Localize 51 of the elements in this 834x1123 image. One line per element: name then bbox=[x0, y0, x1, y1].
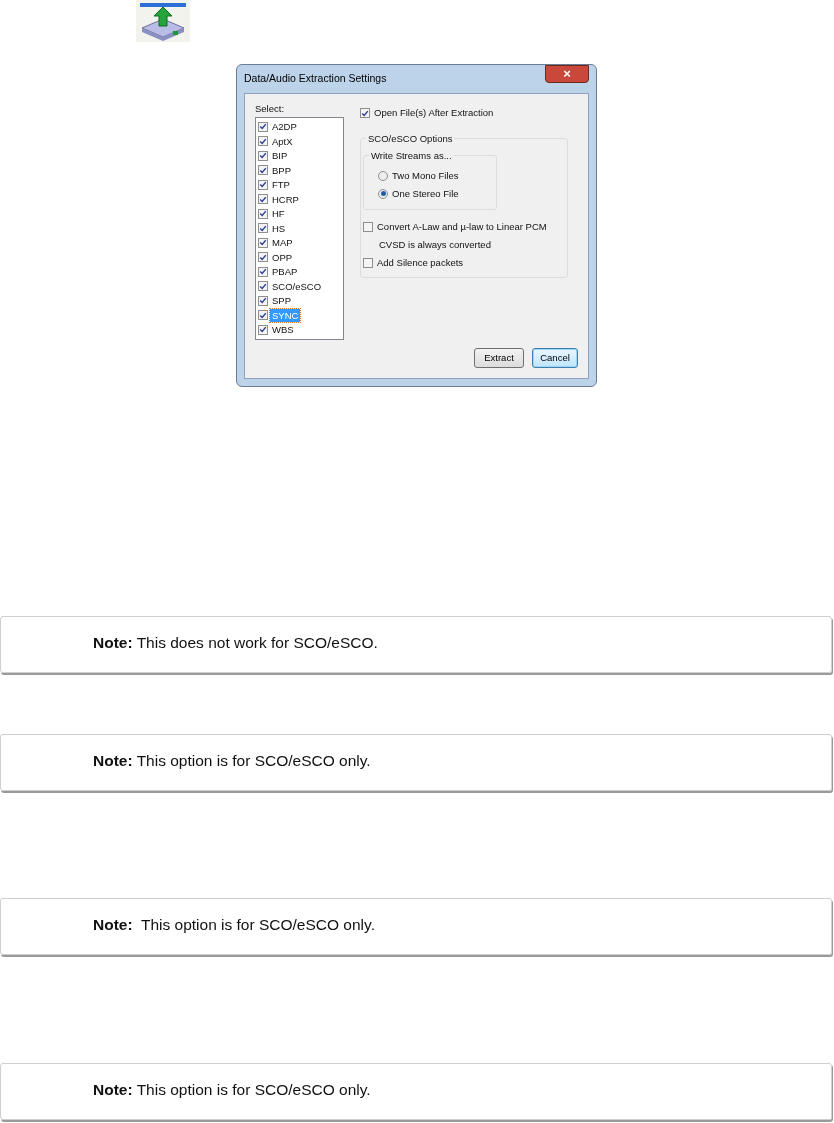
list-item[interactable]: BPP bbox=[270, 163, 293, 177]
note-text: Note: This option is for SCO/eSCO only. bbox=[93, 750, 371, 771]
checkbox[interactable] bbox=[258, 310, 268, 320]
radio-button[interactable] bbox=[378, 171, 388, 182]
list-item[interactable]: BIP bbox=[270, 149, 290, 162]
list-item[interactable]: A2DP bbox=[270, 120, 299, 133]
radio-label: One Stereo File bbox=[392, 186, 459, 201]
list-label: Select: bbox=[255, 102, 286, 116]
dialog-button[interactable]: Cancel bbox=[532, 348, 578, 368]
checkbox[interactable] bbox=[258, 281, 268, 291]
checkbox[interactable] bbox=[360, 108, 370, 119]
radio-button[interactable] bbox=[378, 188, 388, 199]
checkbox[interactable] bbox=[258, 208, 268, 219]
checkbox[interactable] bbox=[258, 237, 268, 248]
checkbox[interactable] bbox=[258, 121, 268, 132]
checkbox[interactable] bbox=[258, 194, 268, 204]
checkbox[interactable] bbox=[258, 136, 268, 146]
checkbox[interactable] bbox=[363, 221, 373, 232]
help-text: CVSD is always converted bbox=[379, 238, 492, 252]
checkbox[interactable] bbox=[258, 223, 268, 233]
close-button[interactable]: × bbox=[545, 65, 589, 83]
checkbox[interactable] bbox=[258, 266, 268, 277]
list-item[interactable]: FTP bbox=[270, 178, 292, 191]
checkbox[interactable] bbox=[258, 324, 268, 335]
list-item[interactable]: SCO/eSCO bbox=[270, 279, 324, 293]
list-item[interactable]: WBS bbox=[270, 323, 296, 336]
radio-label: Two Mono Files bbox=[392, 169, 459, 184]
list-item[interactable]: AptX bbox=[270, 134, 295, 148]
window-title: Data/Audio Extraction Settings bbox=[244, 71, 387, 87]
checkbox[interactable] bbox=[258, 252, 268, 262]
checkbox-label: Open File(s) After Extraction bbox=[374, 106, 494, 120]
list-item[interactable]: OPP bbox=[270, 250, 295, 264]
upload-drive-icon bbox=[136, 0, 190, 42]
checkbox[interactable] bbox=[258, 179, 268, 190]
group-title: SCO/eSCO Options bbox=[366, 132, 455, 147]
checkbox-label: Convert A-Law and µ-law to Linear PCM bbox=[377, 219, 547, 234]
note-text: Note: This option is for SCO/eSCO only. bbox=[93, 914, 375, 935]
note-text: Note: This option is for SCO/eSCO only. bbox=[93, 1079, 371, 1100]
checkbox[interactable] bbox=[258, 295, 268, 306]
note-text: Note: This does not work for SCO/eSCO. bbox=[93, 632, 378, 653]
list-item[interactable]: MAP bbox=[270, 236, 295, 249]
list-item[interactable]: SPP bbox=[270, 294, 293, 307]
checkbox[interactable] bbox=[363, 258, 373, 269]
list-item[interactable]: HS bbox=[270, 221, 288, 235]
checkbox[interactable] bbox=[258, 165, 268, 175]
list-item[interactable]: HCRP bbox=[270, 192, 301, 206]
checkbox-label: Add Silence packets bbox=[377, 256, 464, 271]
checkbox[interactable] bbox=[258, 150, 268, 161]
list-item[interactable]: PBAP bbox=[270, 265, 300, 278]
dialog-button[interactable]: Extract bbox=[474, 348, 524, 368]
list-item[interactable]: HF bbox=[270, 207, 287, 220]
